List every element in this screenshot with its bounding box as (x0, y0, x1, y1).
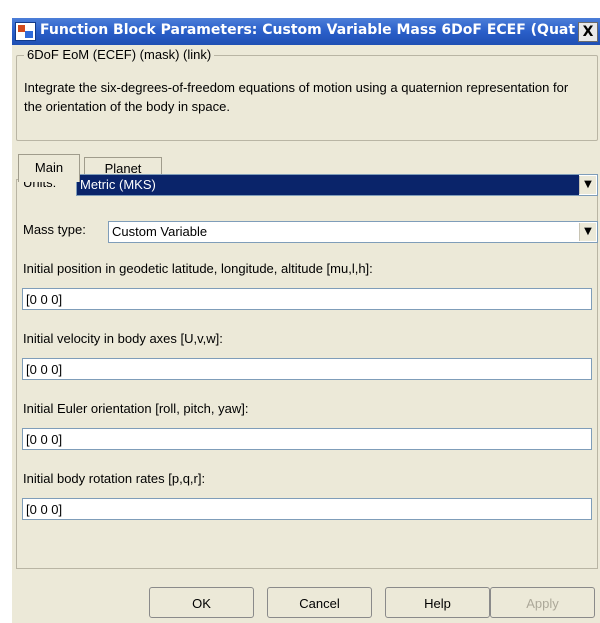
ok-button[interactable]: OK (149, 587, 254, 618)
apply-label: Apply (526, 596, 559, 611)
mask-group-label: 6DoF EoM (ECEF) (mask) (link) (24, 47, 215, 62)
units-dropdown[interactable]: Metric (MKS) ▼ (76, 174, 598, 196)
help-button[interactable]: Help (385, 587, 490, 618)
window-title: Function Block Parameters: Custom Variab… (40, 22, 576, 38)
mass-type-selected-value: Custom Variable (112, 224, 208, 239)
cancel-button[interactable]: Cancel (267, 587, 372, 618)
dropdown-arrow-icon[interactable]: ▼ (579, 176, 596, 194)
apply-button[interactable]: Apply (490, 587, 595, 618)
initial-euler-input[interactable]: [0 0 0] (22, 428, 592, 450)
simulink-app-icon (15, 22, 36, 41)
block-description: Integrate the six-degrees-of-freedom equ… (24, 80, 569, 114)
help-label: Help (424, 596, 451, 611)
mass-type-dropdown[interactable]: Custom Variable ▼ (108, 221, 598, 243)
ok-label: OK (192, 596, 211, 611)
initial-rates-label: Initial body rotation rates [p,q,r]: (23, 471, 206, 486)
dropdown-arrow-icon[interactable]: ▼ (579, 223, 596, 241)
units-selected-value: Metric (MKS) (77, 175, 579, 195)
initial-position-input[interactable]: [0 0 0] (22, 288, 592, 310)
dialog-window: Function Block Parameters: Custom Variab… (12, 18, 600, 623)
initial-velocity-input[interactable]: [0 0 0] (22, 358, 592, 380)
tab-main[interactable]: Main (18, 154, 80, 182)
initial-position-label: Initial position in geodetic latitude, l… (23, 261, 373, 276)
mass-type-label: Mass type: (23, 222, 86, 237)
initial-rates-input[interactable]: [0 0 0] (22, 498, 592, 520)
initial-velocity-label: Initial velocity in body axes [U,v,w]: (23, 331, 223, 346)
initial-euler-label: Initial Euler orientation [roll, pitch, … (23, 401, 249, 416)
close-button[interactable]: X (578, 22, 598, 42)
title-bar[interactable]: Function Block Parameters: Custom Variab… (12, 18, 600, 45)
cancel-label: Cancel (299, 596, 340, 611)
